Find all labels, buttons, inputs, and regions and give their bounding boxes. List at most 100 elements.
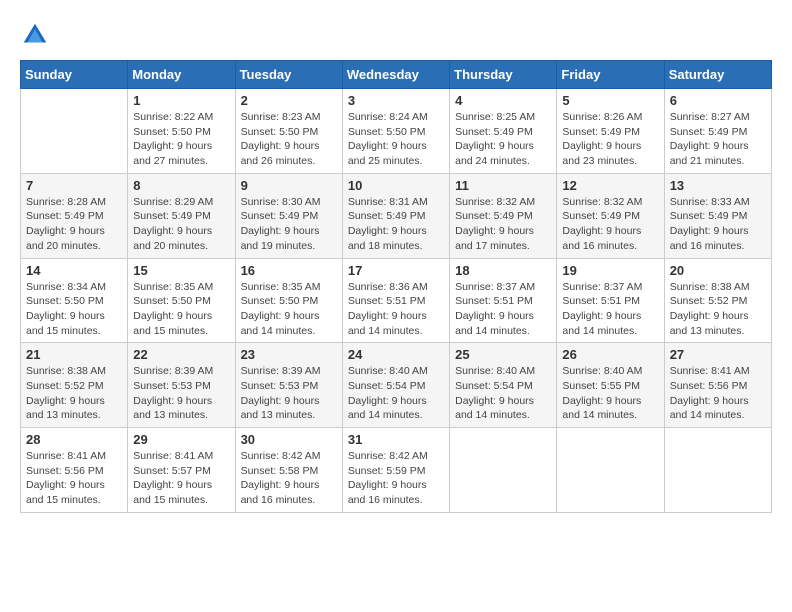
- day-number: 23: [241, 347, 337, 362]
- calendar-cell: 2 Sunrise: 8:23 AM Sunset: 5:50 PM Daylig…: [235, 89, 342, 174]
- calendar-cell: 1 Sunrise: 8:22 AM Sunset: 5:50 PM Daylig…: [128, 89, 235, 174]
- day-info: Sunrise: 8:23 AM Sunset: 5:50 PM Dayligh…: [241, 110, 337, 169]
- calendar-cell: 10 Sunrise: 8:31 AM Sunset: 5:49 PM Dayli…: [342, 173, 449, 258]
- calendar-cell: 8 Sunrise: 8:29 AM Sunset: 5:49 PM Daylig…: [128, 173, 235, 258]
- calendar-header-friday: Friday: [557, 61, 664, 89]
- calendar-cell: 7Sunrise: 8:28 AM Sunset: 5:49 PM Daylig…: [21, 173, 128, 258]
- calendar-cell: 24Sunrise: 8:40 AM Sunset: 5:54 PM Dayli…: [342, 343, 449, 428]
- calendar-cell: 23 Sunrise: 8:39 AM Sunset: 5:53 PM Dayli…: [235, 343, 342, 428]
- calendar-cell: 16 Sunrise: 8:35 AM Sunset: 5:50 PM Dayli…: [235, 258, 342, 343]
- calendar-header-thursday: Thursday: [450, 61, 557, 89]
- day-info: Sunrise: 8:41 AM Sunset: 5:56 PM Dayligh…: [670, 364, 766, 423]
- day-info: Sunrise: 8:39 AM Sunset: 5:53 PM Dayligh…: [133, 364, 229, 423]
- day-number: 14: [26, 263, 122, 278]
- day-number: 17: [348, 263, 444, 278]
- calendar-header-sunday: Sunday: [21, 61, 128, 89]
- calendar-header-wednesday: Wednesday: [342, 61, 449, 89]
- day-number: 8: [133, 178, 229, 193]
- day-info: Sunrise: 8:40 AM Sunset: 5:54 PM Dayligh…: [348, 364, 444, 423]
- calendar-cell: [557, 428, 664, 513]
- calendar-cell: 5 Sunrise: 8:26 AM Sunset: 5:49 PM Daylig…: [557, 89, 664, 174]
- calendar-cell: 31 Sunrise: 8:42 AM Sunset: 5:59 PM Dayli…: [342, 428, 449, 513]
- day-info: Sunrise: 8:40 AM Sunset: 5:54 PM Dayligh…: [455, 364, 551, 423]
- day-info: Sunrise: 8:26 AM Sunset: 5:49 PM Dayligh…: [562, 110, 658, 169]
- day-number: 16: [241, 263, 337, 278]
- day-info: Sunrise: 8:22 AM Sunset: 5:50 PM Dayligh…: [133, 110, 229, 169]
- day-number: 28: [26, 432, 122, 447]
- day-info: Sunrise: 8:37 AM Sunset: 5:51 PM Dayligh…: [455, 280, 551, 339]
- day-info: Sunrise: 8:41 AM Sunset: 5:57 PM Dayligh…: [133, 449, 229, 508]
- calendar-cell: 30Sunrise: 8:42 AM Sunset: 5:58 PM Dayli…: [235, 428, 342, 513]
- day-info: Sunrise: 8:42 AM Sunset: 5:59 PM Dayligh…: [348, 449, 444, 508]
- calendar-cell: 26 Sunrise: 8:40 AM Sunset: 5:55 PM Dayli…: [557, 343, 664, 428]
- day-number: 11: [455, 178, 551, 193]
- calendar-week-row: 14 Sunrise: 8:34 AM Sunset: 5:50 PM Dayli…: [21, 258, 772, 343]
- calendar-cell: 20 Sunrise: 8:38 AM Sunset: 5:52 PM Dayli…: [664, 258, 771, 343]
- calendar-cell: 22 Sunrise: 8:39 AM Sunset: 5:53 PM Dayli…: [128, 343, 235, 428]
- day-info: Sunrise: 8:42 AM Sunset: 5:58 PM Dayligh…: [241, 449, 337, 508]
- calendar-cell: 9 Sunrise: 8:30 AM Sunset: 5:49 PM Daylig…: [235, 173, 342, 258]
- day-number: 1: [133, 93, 229, 108]
- calendar-header-tuesday: Tuesday: [235, 61, 342, 89]
- day-info: Sunrise: 8:31 AM Sunset: 5:49 PM Dayligh…: [348, 195, 444, 254]
- calendar-cell: 27 Sunrise: 8:41 AM Sunset: 5:56 PM Dayli…: [664, 343, 771, 428]
- day-number: 31: [348, 432, 444, 447]
- day-number: 20: [670, 263, 766, 278]
- day-number: 21: [26, 347, 122, 362]
- calendar-cell: 6 Sunrise: 8:27 AM Sunset: 5:49 PM Daylig…: [664, 89, 771, 174]
- day-info: Sunrise: 8:34 AM Sunset: 5:50 PM Dayligh…: [26, 280, 122, 339]
- logo: [20, 20, 54, 50]
- day-info: Sunrise: 8:39 AM Sunset: 5:53 PM Dayligh…: [241, 364, 337, 423]
- page-header: [20, 20, 772, 50]
- day-number: 22: [133, 347, 229, 362]
- day-info: Sunrise: 8:36 AM Sunset: 5:51 PM Dayligh…: [348, 280, 444, 339]
- day-number: 19: [562, 263, 658, 278]
- calendar-cell: 28 Sunrise: 8:41 AM Sunset: 5:56 PM Dayli…: [21, 428, 128, 513]
- day-number: 3: [348, 93, 444, 108]
- calendar-header-saturday: Saturday: [664, 61, 771, 89]
- day-number: 27: [670, 347, 766, 362]
- day-number: 26: [562, 347, 658, 362]
- day-info: Sunrise: 8:35 AM Sunset: 5:50 PM Dayligh…: [241, 280, 337, 339]
- day-info: Sunrise: 8:33 AM Sunset: 5:49 PM Dayligh…: [670, 195, 766, 254]
- calendar-week-row: 7Sunrise: 8:28 AM Sunset: 5:49 PM Daylig…: [21, 173, 772, 258]
- logo-icon: [20, 20, 50, 50]
- day-info: Sunrise: 8:37 AM Sunset: 5:51 PM Dayligh…: [562, 280, 658, 339]
- day-info: Sunrise: 8:24 AM Sunset: 5:50 PM Dayligh…: [348, 110, 444, 169]
- day-info: Sunrise: 8:40 AM Sunset: 5:55 PM Dayligh…: [562, 364, 658, 423]
- day-number: 13: [670, 178, 766, 193]
- day-info: Sunrise: 8:25 AM Sunset: 5:49 PM Dayligh…: [455, 110, 551, 169]
- day-number: 18: [455, 263, 551, 278]
- day-number: 12: [562, 178, 658, 193]
- calendar-cell: 15Sunrise: 8:35 AM Sunset: 5:50 PM Dayli…: [128, 258, 235, 343]
- day-info: Sunrise: 8:32 AM Sunset: 5:49 PM Dayligh…: [455, 195, 551, 254]
- calendar-cell: [664, 428, 771, 513]
- day-info: Sunrise: 8:32 AM Sunset: 5:49 PM Dayligh…: [562, 195, 658, 254]
- calendar-week-row: 1 Sunrise: 8:22 AM Sunset: 5:50 PM Daylig…: [21, 89, 772, 174]
- day-info: Sunrise: 8:29 AM Sunset: 5:49 PM Dayligh…: [133, 195, 229, 254]
- calendar-week-row: 21Sunrise: 8:38 AM Sunset: 5:52 PM Dayli…: [21, 343, 772, 428]
- calendar-cell: 18 Sunrise: 8:37 AM Sunset: 5:51 PM Dayli…: [450, 258, 557, 343]
- day-number: 15: [133, 263, 229, 278]
- calendar-cell: 13 Sunrise: 8:33 AM Sunset: 5:49 PM Dayli…: [664, 173, 771, 258]
- day-number: 5: [562, 93, 658, 108]
- calendar-cell: 21Sunrise: 8:38 AM Sunset: 5:52 PM Dayli…: [21, 343, 128, 428]
- calendar-header-row: SundayMondayTuesdayWednesdayThursdayFrid…: [21, 61, 772, 89]
- day-number: 2: [241, 93, 337, 108]
- calendar-cell: 3 Sunrise: 8:24 AM Sunset: 5:50 PM Daylig…: [342, 89, 449, 174]
- day-number: 9: [241, 178, 337, 193]
- day-number: 10: [348, 178, 444, 193]
- day-number: 7: [26, 178, 122, 193]
- calendar-cell: 4 Sunrise: 8:25 AM Sunset: 5:49 PM Daylig…: [450, 89, 557, 174]
- calendar-cell: 19 Sunrise: 8:37 AM Sunset: 5:51 PM Dayli…: [557, 258, 664, 343]
- calendar-cell: [450, 428, 557, 513]
- day-number: 29: [133, 432, 229, 447]
- day-number: 25: [455, 347, 551, 362]
- day-info: Sunrise: 8:41 AM Sunset: 5:56 PM Dayligh…: [26, 449, 122, 508]
- day-info: Sunrise: 8:27 AM Sunset: 5:49 PM Dayligh…: [670, 110, 766, 169]
- calendar-header-monday: Monday: [128, 61, 235, 89]
- day-info: Sunrise: 8:38 AM Sunset: 5:52 PM Dayligh…: [670, 280, 766, 339]
- day-info: Sunrise: 8:30 AM Sunset: 5:49 PM Dayligh…: [241, 195, 337, 254]
- day-number: 6: [670, 93, 766, 108]
- day-number: 4: [455, 93, 551, 108]
